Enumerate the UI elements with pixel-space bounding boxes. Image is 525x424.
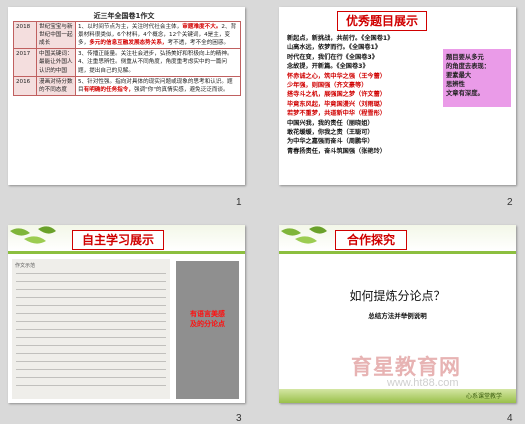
analysis-cell: 5、针对性强。指向对具体的现实问题或现象的思考和认识。题目有明确的任务指令，强调… — [75, 75, 241, 96]
slide-number: 4 — [507, 413, 513, 424]
year-cell: 2018 — [13, 20, 37, 50]
slide-number: 2 — [507, 197, 513, 208]
question-text: 如何提炼分论点？ — [349, 289, 446, 303]
title-list-item: 搭寺斗之机，展强国之梦（许文蕾） — [287, 91, 386, 99]
title-list-item: 中国兴我，我的责任（丽晓姐） — [287, 119, 374, 127]
essay-table: 2018 世纪宝宝与新世纪中国一起成长 1、以时间节点为主，关注时代社会主体，审题难… — [13, 20, 241, 96]
side-note: 有语言美感及的分论点 — [179, 309, 236, 329]
footer-text: 心系课堂教学 — [465, 393, 502, 400]
title-list-item: 敢花缓缓，你我之责（王聪可） — [287, 129, 374, 137]
table-row: 2018 世纪宝宝与新世纪中国一起成长 1、以时间节点为主，关注时代社会主体，审题难… — [13, 20, 241, 50]
side-note-line: 的角度去表现： — [446, 63, 491, 70]
analysis-text: 强调"你"的真情实感，避免泛泛而谈。 — [133, 86, 229, 93]
title-list-item: 少年强，则国强（齐文豪等） — [287, 82, 368, 90]
side-note-line: 有语言美感 — [190, 310, 225, 318]
question-subtitle: 总结方法并举例说明 — [368, 312, 427, 320]
side-note-box: 题目要从多元 的角度去表现： 要素最大思辨性文章有深度。 — [443, 49, 511, 107]
analysis-text: 3、传播正能量。关注社会进步，弘扬美好和积极向上的精神。 — [78, 51, 233, 58]
slide-4-thumbnail[interactable]: 合作探究 如何提炼分论点？ 总结方法并举例说明 育星教育网 www.ht88.c… — [279, 225, 516, 403]
analysis-cell: 3、传播正能量。关注社会进步，弘扬美好和积极向上的精神。4、注重思辨性。侧重从不… — [75, 48, 241, 77]
title-list-item: 念故提，开新篇。《全国卷3》 — [287, 63, 369, 71]
side-note-line: 文章有深度。 — [446, 90, 484, 97]
analysis-text: 有明确的任务指令， — [83, 86, 134, 93]
title-list: 新起点，新挑战，共前行。《全国卷1》 山高水远，依梦而行。《全国卷1》 时代在变，我… — [287, 34, 437, 156]
analysis-text: 多元的信息互融发展态势关系， — [89, 40, 168, 47]
handwritten-essay-image: 作文示范 — [12, 259, 170, 399]
banner-divider — [8, 251, 245, 254]
analysis-text: 审题难度不大。 — [182, 24, 222, 30]
side-note-line: 思辨性 — [446, 81, 465, 88]
slide-3-thumbnail[interactable]: 自主学习展示 作文示范 有语言美感及的分论点 — [8, 225, 245, 403]
slide-title: 自主学习展示 — [72, 230, 164, 250]
essay-heading: 作文示范 — [15, 263, 36, 269]
title-list-item: 新起点，新挑战，共前行。《全国卷1》 — [287, 35, 394, 42]
footer-bar: 心系课堂教学 — [279, 389, 516, 403]
title-list-item: 若梦不重梦，共道新中华（程雪彤） — [287, 110, 386, 118]
slide-title: 合作探究 — [335, 230, 407, 250]
title-list-item: 山高水远，依梦而行。《全国卷1》 — [287, 44, 382, 52]
analysis-cell: 1、以时间节点为主，关注时代社会主体，审题难度不大。2、背景材料很类似，6个材料… — [75, 20, 241, 50]
slide-number: 3 — [236, 413, 242, 424]
banner-divider — [279, 251, 516, 254]
slide-2-thumbnail[interactable]: 优秀题目展示 新起点，新挑战，共前行。《全国卷1》 山高水远，依梦而行。《全国卷1… — [279, 7, 516, 185]
analysis-text: 1、以时间节点为主，关注时代社会主体， — [78, 24, 183, 30]
watermark-url: www.ht88.com — [387, 377, 459, 389]
year-cell: 2017 — [13, 48, 37, 77]
side-note-line: 要素最大 — [446, 72, 472, 79]
title-list-item: 时代在变，我们在行《全国卷3》 — [287, 53, 378, 61]
table-row: 2017 中国关键词：最能让外国人认识的中国 3、传播正能量。关注社会进步，弘扬美好… — [13, 48, 241, 77]
slide-number: 1 — [236, 197, 242, 208]
side-panel: 有语言美感及的分论点 — [176, 261, 239, 399]
side-note-line: 题目要从多元 — [446, 54, 484, 61]
theme-cell: 世纪宝宝与新世纪中国一起成长 — [36, 20, 76, 50]
title-list-item: 毕竟东风起，毕竟国漫兴（刘雨璐） — [287, 100, 386, 108]
analysis-text: 考不透，考不全的困惑。 — [167, 40, 230, 47]
title-list-item: 怀赤诚之心，筑中华之强（王今蕾） — [287, 72, 386, 80]
slide-1-thumbnail[interactable]: 近三年全国卷1作文 2018 世纪宝宝与新世纪中国一起成长 1、以时间节点为主，关注… — [8, 7, 245, 185]
table-title: 近三年全国卷1作文 — [93, 12, 155, 20]
table-row: 2016 漫画对待分数的不同态度 5、针对性强。指向对具体的现实问题或现象的思考和认… — [13, 75, 241, 96]
analysis-text: 4、注重思辨性。侧重从不同角度，角度重考虑实中的一篇问题，提出自己的见解。 — [78, 59, 227, 74]
year-cell: 2016 — [13, 75, 37, 96]
title-list-item: 青春扬责任，奋斗筑国强（张艳玲） — [287, 147, 386, 155]
side-note-line: 及的分论点 — [190, 320, 225, 328]
slide-title: 优秀题目展示 — [337, 11, 427, 31]
title-list-item: 为中华之嘉强而奋斗（周鹏华） — [287, 138, 374, 146]
theme-cell: 中国关键词：最能让外国人认识的中国 — [36, 48, 76, 77]
theme-cell: 漫画对待分数的不同态度 — [36, 75, 76, 96]
